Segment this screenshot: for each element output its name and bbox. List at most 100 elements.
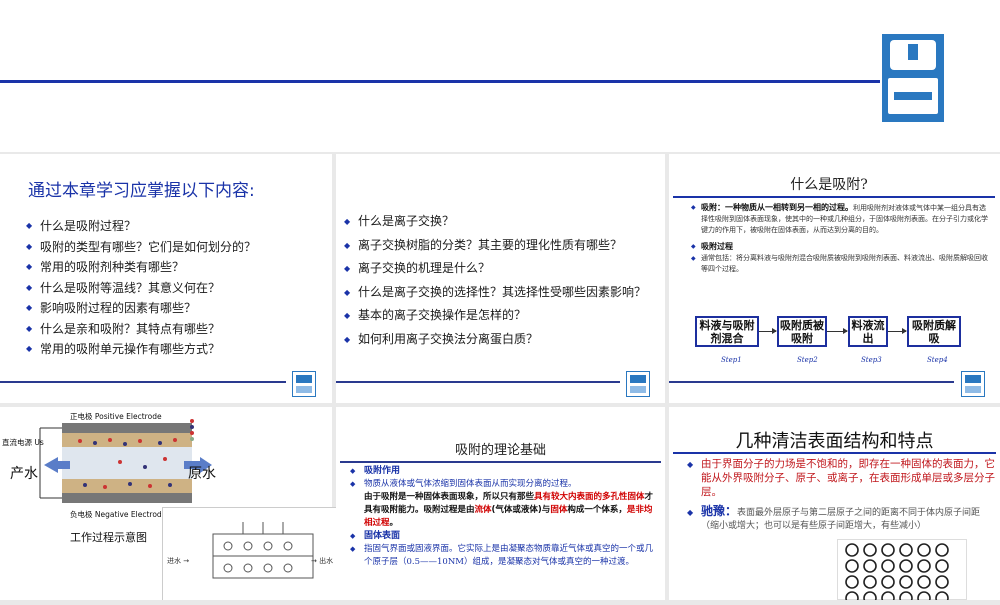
definition-head: 吸附：一种物质从一相转到另一相的过程。 (701, 203, 853, 212)
arrow-icon (888, 328, 907, 334)
outlet-label: → 出水 (311, 557, 334, 565)
text-span: 由于吸附是一种固体表面现象，所以只有那些 (364, 492, 535, 502)
particle-dot (283, 563, 293, 573)
bullet-heading: 固体表面 (350, 530, 655, 543)
atom-circle (845, 543, 859, 557)
particle-dot (223, 541, 233, 551)
list-item: 什么是离子交换？ (344, 210, 664, 234)
process-bullet: 吸附过程 (691, 241, 991, 253)
objective-list: 什么是离子交换？ 离子交换树脂的分类？其主要的理化性质有哪些？ 离子交换的机理是… (344, 210, 664, 351)
legend-dot (190, 431, 194, 435)
footer-logo-icon (961, 371, 985, 397)
bullet-heading: 吸附作用 (350, 465, 655, 478)
slide-sorter-banner (0, 0, 1000, 152)
list-item: 离子交换树脂的分类？其主要的理化性质有哪些？ (344, 234, 664, 258)
ion-dot (83, 483, 87, 487)
step-label: Step1 (721, 356, 742, 364)
atom-circle (917, 559, 931, 573)
slide-thumbnail-6[interactable]: 几种清洁表面结构和特点 由于界面分子的力场是不饱和的，即存在一种固体的表面力，它… (669, 407, 1000, 600)
ion-dot (93, 441, 97, 445)
ion-dot (173, 438, 177, 442)
footer-divider (669, 381, 954, 383)
term-label: 驰豫： (701, 504, 738, 518)
particle-dot (243, 563, 253, 573)
legend-dot (190, 437, 194, 441)
slide-thumbnail-2[interactable]: 什么是离子交换？ 离子交换树脂的分类？其主要的理化性质有哪些？ 离子交换的机理是… (336, 154, 665, 403)
particle-dot (243, 541, 253, 551)
atom-circle (881, 543, 895, 557)
atom-circle (935, 559, 949, 573)
atom-circle (935, 575, 949, 589)
ion-dot (163, 457, 167, 461)
bullet-paragraph: 驰豫：表面最外层原子与第二层原子之间的距离不同于体内原子间距（缩小或增大；也可以… (687, 505, 995, 533)
atom-circle (881, 591, 895, 600)
ion-dot (158, 441, 162, 445)
text-span-red: 流体 (474, 505, 492, 515)
footer-logo-icon (626, 371, 650, 397)
atom-circle (845, 591, 859, 600)
atom-circle (935, 543, 949, 557)
step-label: Step4 (927, 356, 948, 364)
slide-thumbnail-3[interactable]: 什么是吸附? 吸附：一种物质从一相转到另一相的过程。利用吸附剂对液体或气体中某一… (669, 154, 1000, 403)
arrow-icon (759, 328, 777, 334)
ion-dot (78, 439, 82, 443)
footer-divider (336, 381, 620, 383)
text-span-red: 具有较大内表面的多孔性固体 (534, 492, 645, 502)
atom-circle (899, 591, 913, 600)
university-logo-icon (882, 34, 944, 122)
ion-dot (118, 460, 122, 464)
list-item: 什么是吸附等温线？其意义何在？ (26, 278, 326, 299)
ion-dot (138, 439, 142, 443)
atom-circle (881, 559, 895, 573)
text-span: 构成一个体系， (567, 505, 627, 515)
slide-title: 通过本章学习应掌握以下内容: (28, 181, 255, 201)
step-box: 料液流出 (848, 316, 888, 347)
definition-bullet: 吸附：一种物质从一相转到另一相的过程。利用吸附剂对液体或气体中某一组分具有选择性… (691, 202, 991, 236)
text-span: 。 (389, 518, 399, 528)
footer-logo-icon (292, 371, 316, 397)
slide-title: 吸附的理论基础 (454, 443, 546, 458)
step-box: 料液与吸附剂混合 (695, 316, 759, 347)
step-label: Step3 (861, 356, 882, 364)
objective-list: 什么是吸附过程？ 吸附的类型有哪些？它们是如何划分的？ 常用的吸附剂种类有哪些？… (26, 216, 326, 360)
atom-circle (899, 559, 913, 573)
step-label: Step2 (797, 356, 818, 364)
list-item: 离子交换的机理是什么？ (344, 257, 664, 281)
atom-circle (917, 591, 931, 600)
atom-lattice-image (837, 539, 967, 600)
footer-divider (0, 381, 286, 383)
atom-circle (863, 543, 877, 557)
list-item: 基本的离子交换操作是怎样的？ (344, 304, 664, 328)
banner-divider (0, 80, 880, 83)
list-item: 影响吸附过程的因素有哪些？ (26, 298, 326, 319)
diagram-caption: 工作过程示意图 (70, 531, 147, 544)
atom-circle (845, 575, 859, 589)
bullet-paragraph: 由于界面分子的力场是不饱和的，即存在一种固体的表面力，它能从外界吸附分子、原子、… (687, 457, 995, 499)
atom-lattice (845, 543, 949, 600)
ion-dot (123, 442, 127, 446)
negative-electrode-label: 负电极 Negative Electrode (70, 510, 167, 519)
slide-thumbnail-1[interactable]: 通过本章学习应掌握以下内容: 什么是吸附过程？ 吸附的类型有哪些？它们是如何划分… (0, 154, 332, 403)
step-box: 吸附质被吸附 (777, 316, 827, 347)
bullet-paragraph: 指固气界面或固液界面。它实际上是由凝聚态物质靠近气体或真空的一个或几个原子层（0… (350, 543, 655, 569)
process-head: 吸附过程 (701, 242, 733, 251)
bullet-paragraph: 物质从液体或气体浓缩到固体表面从而实现分离的过程。 由于吸附是一种固体表面现象，… (350, 478, 655, 530)
logo-nameplate (888, 78, 938, 114)
particle-dot (283, 541, 293, 551)
atom-circle (863, 591, 877, 600)
atom-circle (845, 559, 859, 573)
slide-thumbnail-5[interactable]: 吸附的理论基础 吸附作用 物质从液体或气体浓缩到固体表面从而实现分离的过程。 由… (336, 407, 665, 600)
text-span: 物质从液体或气体浓缩到固体表面从而实现分离的过程。 (364, 479, 577, 489)
text-span: (气体或液体)与 (491, 505, 551, 515)
column-schematic (212, 522, 314, 579)
power-source-label: 直流电源 Us (2, 438, 44, 447)
list-item: 什么是亲和吸附？其特点有哪些？ (26, 319, 326, 340)
ion-dot (108, 438, 112, 442)
list-item: 什么是吸附过程？ (26, 216, 326, 237)
theory-text: 吸附作用 物质从液体或气体浓缩到固体表面从而实现分离的过程。 由于吸附是一种固体… (350, 465, 655, 569)
term-definition: 表面最外层原子与第二层原子之间的距离不同于体内原子间距（缩小或增大；也可以是有些… (701, 508, 981, 531)
ion-dot (148, 484, 152, 488)
particle-dot (223, 563, 233, 573)
process-bullet-text: 通常包括：将分离料液与吸附剂混合吸附质被吸附到吸附剂表面、料液流出、吸附质解吸回… (691, 253, 991, 275)
arrow-icon (827, 328, 848, 334)
